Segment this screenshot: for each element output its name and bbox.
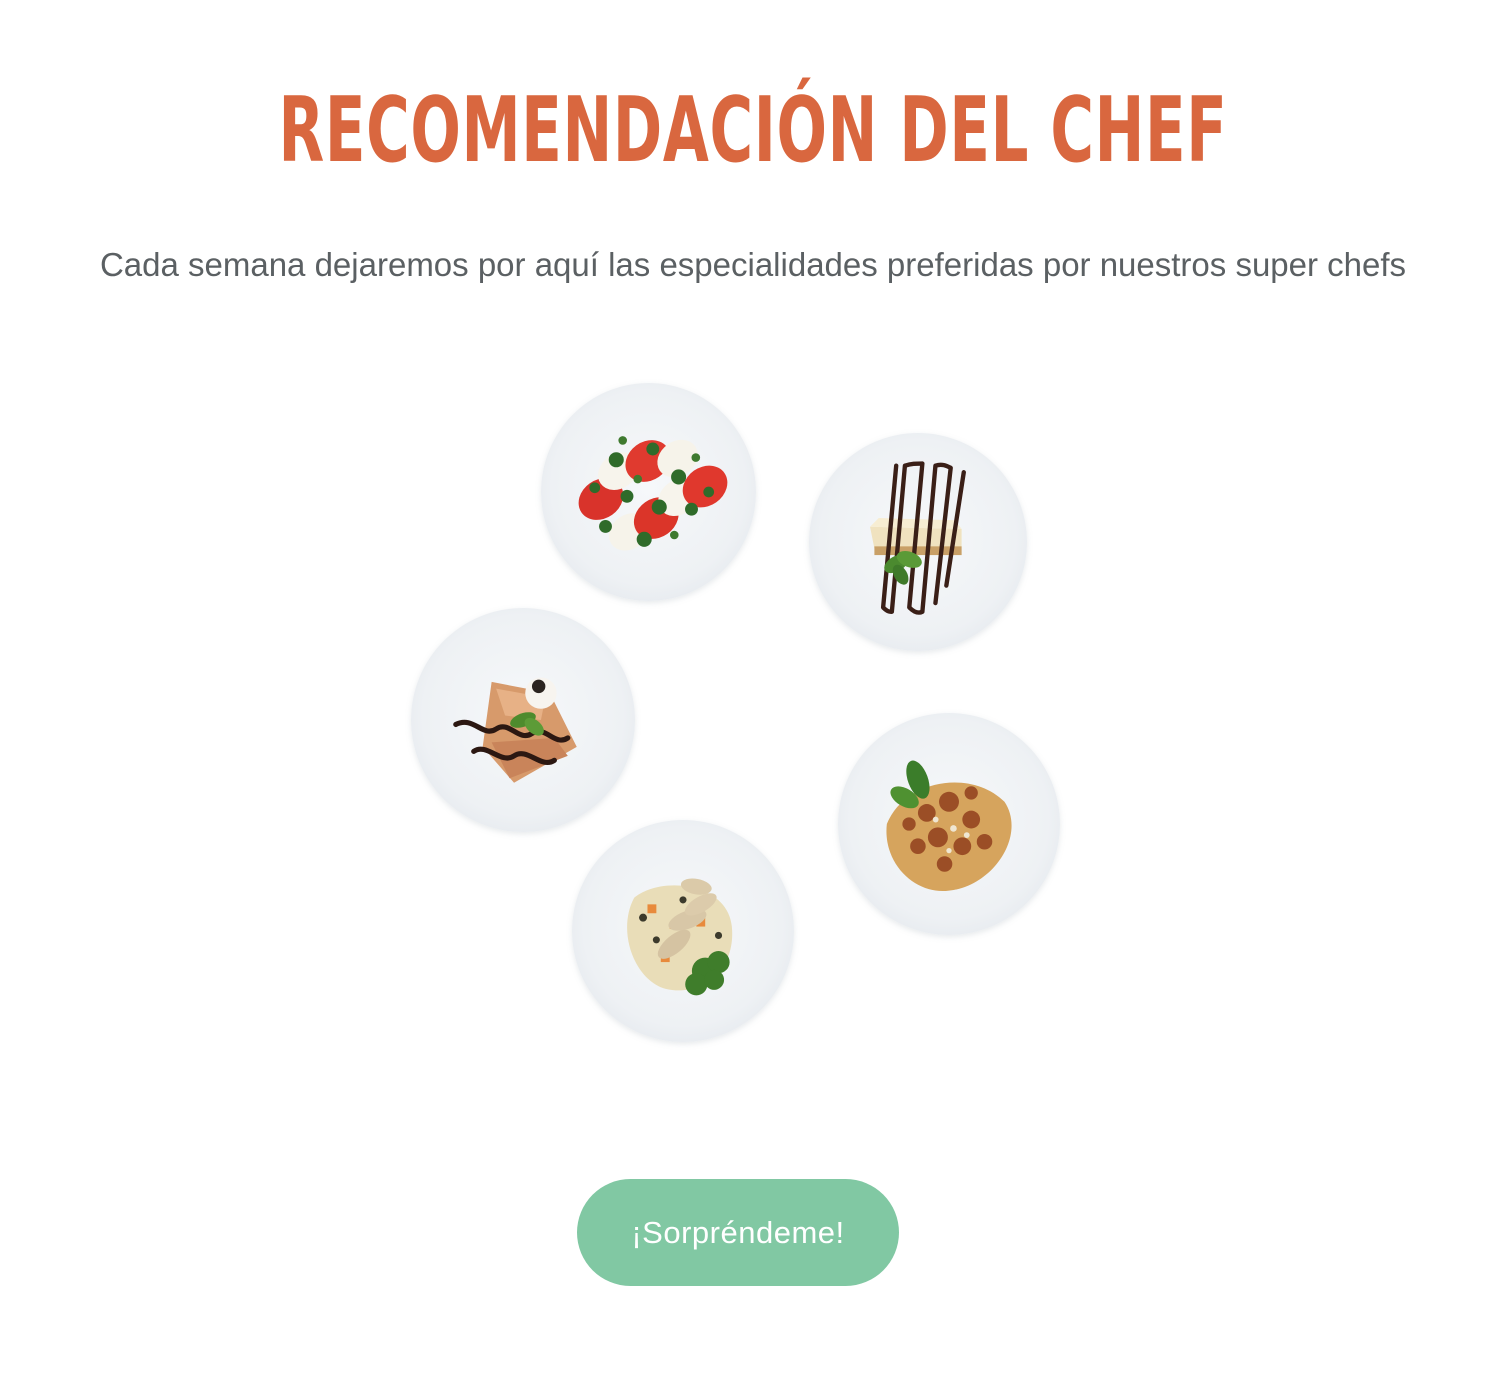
- tagliatelle-bolognese-plate: [838, 713, 1060, 935]
- caprese-salad-plate: [541, 383, 756, 601]
- dish-plates-gallery: [0, 360, 1506, 1080]
- cheesecake-icon: [870, 461, 966, 615]
- surprise-me-button[interactable]: ¡Sorpréndeme!: [577, 1179, 899, 1286]
- tagliatelle-icon: [886, 760, 1012, 892]
- chicken-rice-plate: [572, 820, 794, 1042]
- crepes-icon: [453, 677, 577, 783]
- chicken-rice-icon: [627, 878, 733, 996]
- crepes-plate: [411, 608, 635, 832]
- cheesecake-plate: [809, 433, 1027, 651]
- section-subtitle: Cada semana dejaremos por aquí las espec…: [99, 246, 1407, 283]
- caprese-salad-icon: [578, 436, 728, 551]
- section-title: RECOMENDACIÓN DEL CHEF: [278, 78, 1228, 183]
